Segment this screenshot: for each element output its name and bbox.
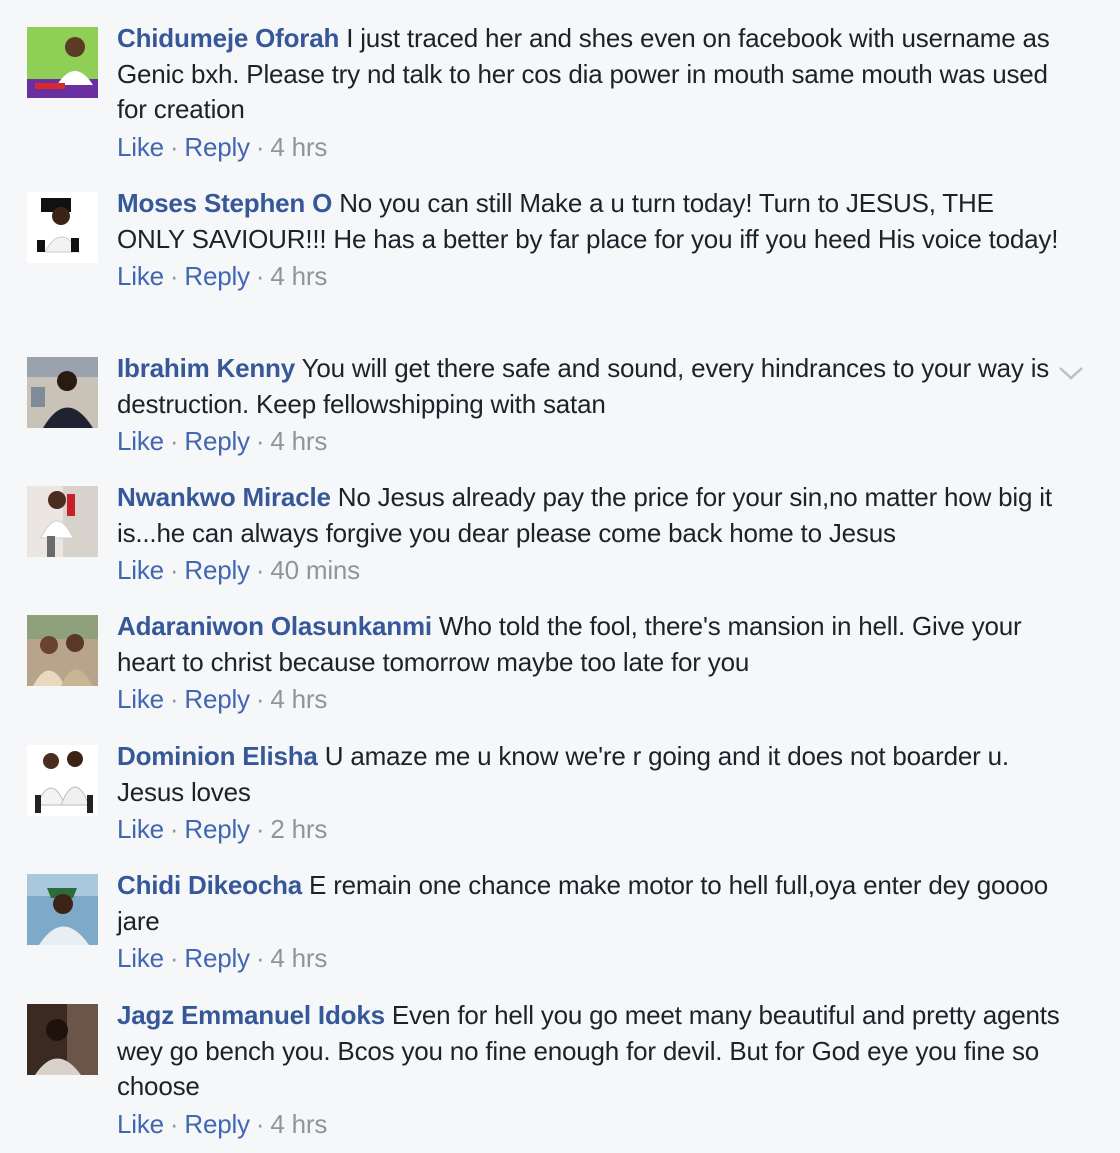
comment-author[interactable]: Adaraniwon Olasunkanmi (117, 611, 432, 641)
avatar[interactable] (27, 874, 98, 945)
comment-author[interactable]: Dominion Elisha (117, 741, 318, 771)
avatar[interactable] (27, 357, 98, 428)
comment-actions: Like · Reply · 4 hrs (117, 942, 1067, 974)
separator: · (169, 426, 179, 456)
like-button[interactable]: Like (117, 261, 164, 291)
comment-actions: Like · Reply · 4 hrs (117, 131, 1067, 163)
reply-button[interactable]: Reply (184, 1109, 250, 1139)
separator: · (255, 131, 265, 162)
comment-author[interactable]: Chidi Dikeocha (117, 870, 302, 900)
avatar[interactable] (27, 27, 98, 98)
comment-timestamp[interactable]: 4 hrs (270, 261, 327, 291)
chevron-down-icon[interactable] (1057, 363, 1085, 383)
comment-actions: Like · Reply · 4 hrs (117, 425, 1067, 457)
comment-actions: Like · Reply · 4 hrs (117, 683, 1067, 715)
avatar[interactable] (27, 615, 98, 686)
like-button[interactable]: Like (117, 684, 164, 714)
separator: · (169, 814, 179, 844)
avatar[interactable] (27, 486, 98, 557)
avatar[interactable] (27, 745, 98, 816)
like-button[interactable]: Like (117, 426, 164, 456)
comment-timestamp[interactable]: 4 hrs (270, 684, 327, 714)
cropped-previous-comment (0, 0, 1120, 8)
comment-author[interactable]: Chidumeje Oforah (117, 23, 339, 53)
separator: · (255, 555, 265, 585)
comment-timestamp[interactable]: 4 hrs (270, 132, 327, 162)
comment-timestamp[interactable]: 4 hrs (270, 1109, 327, 1139)
separator: · (255, 943, 265, 973)
comment-timestamp[interactable]: 4 hrs (270, 943, 327, 973)
separator: · (255, 1108, 265, 1139)
separator: · (169, 261, 179, 291)
separator: · (169, 131, 179, 162)
separator: · (255, 684, 265, 714)
comment-actions: Like · Reply · 4 hrs (117, 1108, 1067, 1140)
separator: · (169, 1108, 179, 1139)
like-button[interactable]: Like (117, 943, 164, 973)
separator: · (169, 555, 179, 585)
comment-timestamp[interactable]: 2 hrs (270, 814, 327, 844)
comment-actions: Like · Reply · 40 mins (117, 554, 1067, 586)
comment-author[interactable]: Nwankwo Miracle (117, 482, 331, 512)
comment-actions: Like · Reply · 4 hrs (117, 260, 1067, 292)
comment-author[interactable]: Moses Stephen O (117, 188, 332, 218)
reply-button[interactable]: Reply (184, 426, 250, 456)
like-button[interactable]: Like (117, 132, 164, 162)
like-button[interactable]: Like (117, 1109, 164, 1139)
separator: · (169, 684, 179, 714)
separator: · (255, 814, 265, 844)
reply-button[interactable]: Reply (184, 943, 250, 973)
separator: · (255, 426, 265, 456)
reply-button[interactable]: Reply (184, 814, 250, 844)
comment-actions: Like · Reply · 2 hrs (117, 813, 1067, 845)
reply-button[interactable]: Reply (184, 555, 250, 585)
comment-timestamp[interactable]: 40 mins (270, 555, 360, 585)
comment-author[interactable]: Jagz Emmanuel Idoks (117, 1000, 385, 1030)
like-button[interactable]: Like (117, 555, 164, 585)
comment-timestamp[interactable]: 4 hrs (270, 426, 327, 456)
like-button[interactable]: Like (117, 814, 164, 844)
comment-author[interactable]: Ibrahim Kenny (117, 353, 295, 383)
avatar[interactable] (27, 1004, 98, 1075)
separator: · (169, 943, 179, 973)
reply-button[interactable]: Reply (184, 132, 250, 162)
reply-button[interactable]: Reply (184, 684, 250, 714)
reply-button[interactable]: Reply (184, 261, 250, 291)
separator: · (255, 261, 265, 291)
avatar[interactable] (27, 192, 98, 263)
